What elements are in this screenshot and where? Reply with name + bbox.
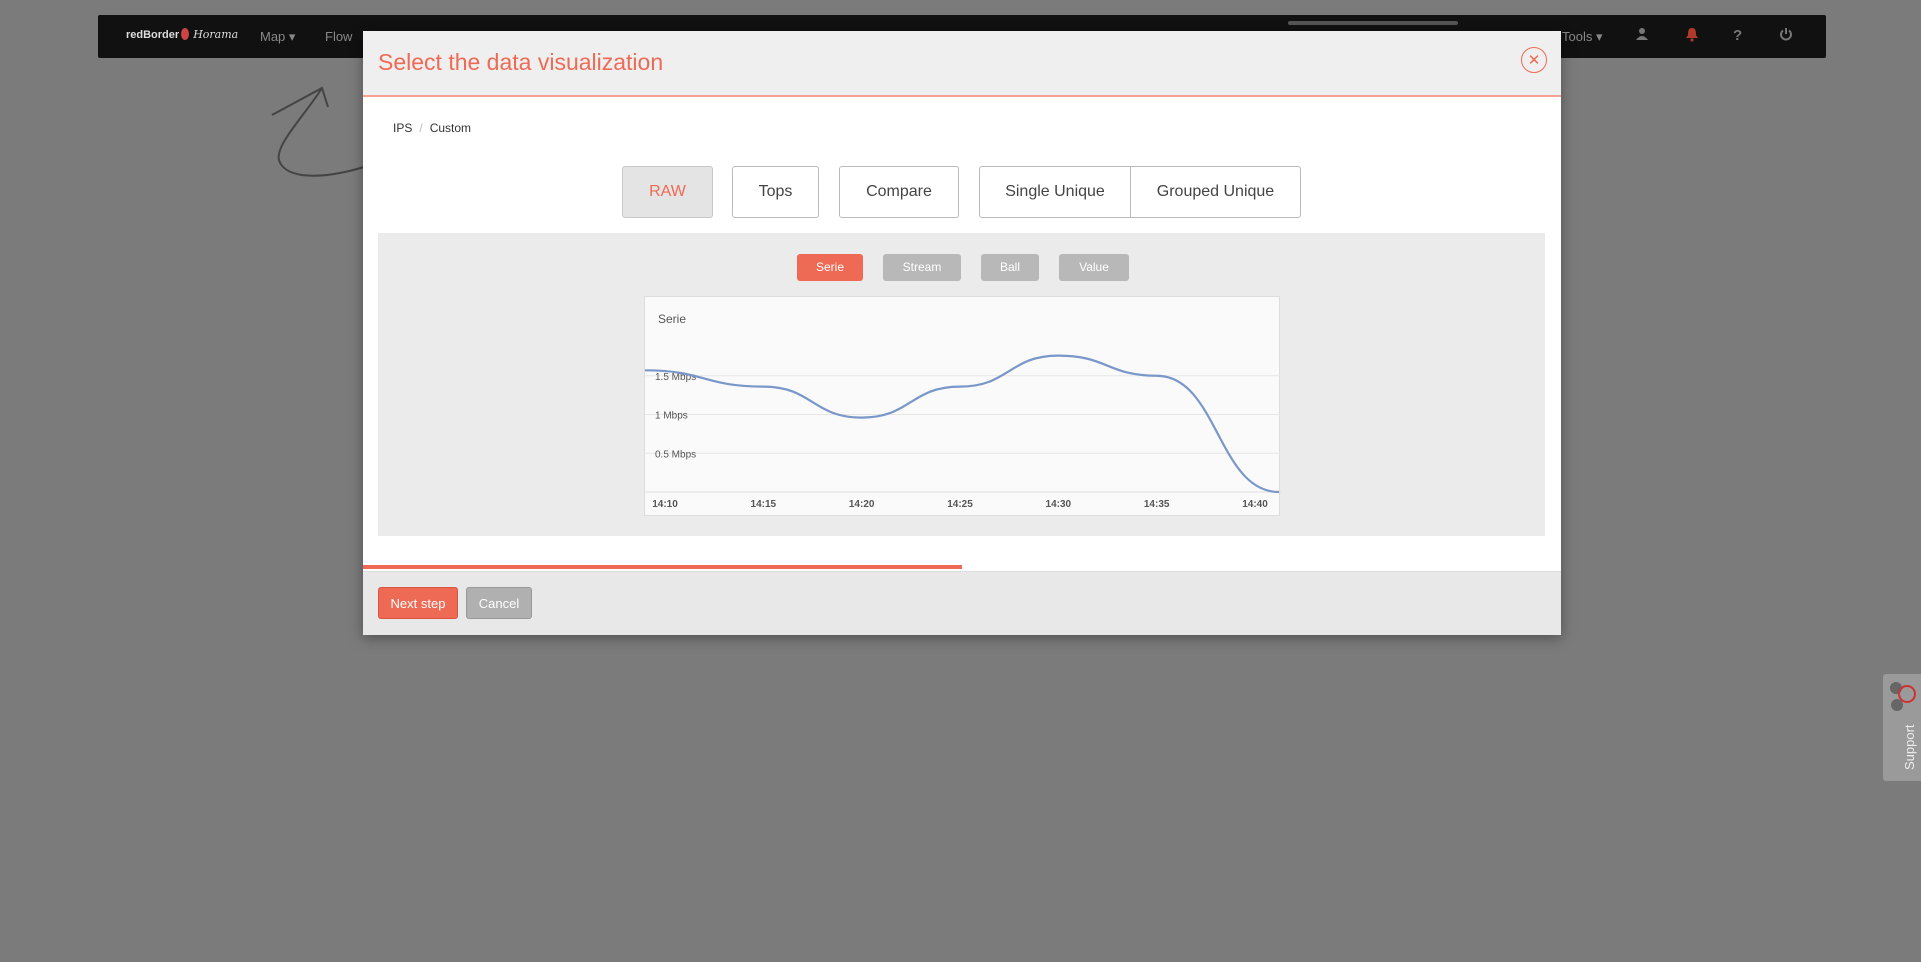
brand-name: redBorder <box>126 29 180 41</box>
y-tick-label: 1.5 Mbps <box>655 372 696 383</box>
type-compare-button[interactable]: Compare <box>839 166 959 218</box>
chart-preview: Serie 0.5 Mbps 1 Mbps 1.5 Mbps 14:10 14:15 14… <box>644 296 1281 516</box>
nav-item-map[interactable]: Map ▾ <box>260 29 295 45</box>
next-step-button[interactable]: Next step <box>378 587 458 619</box>
caret-down-icon: ▾ <box>288 29 296 44</box>
x-tick-label: 14:20 <box>849 499 875 510</box>
cancel-button[interactable]: Cancel <box>466 587 532 619</box>
x-tick-label: 14:15 <box>751 499 777 510</box>
annotation-arrow-sketch <box>271 86 371 177</box>
x-tick-label: 14:25 <box>947 499 973 510</box>
x-tick-label: 14:30 <box>1046 499 1072 510</box>
visualization-type-tops-wrap: Tops <box>732 166 819 218</box>
visualization-type-compare-wrap: Compare <box>839 166 959 218</box>
type-raw-button[interactable]: RAW <box>622 166 713 218</box>
x-tick-label: 14:35 <box>1144 499 1170 510</box>
brand-logo[interactable]: redBorder Horama <box>126 28 238 41</box>
type-grouped-unique-button[interactable]: Grouped Unique <box>1131 166 1301 218</box>
progress-bar <box>363 565 962 569</box>
nav-search-bar[interactable] <box>1288 21 1458 25</box>
modal-footer: Next step Cancel <box>363 571 1561 635</box>
bell-icon[interactable] <box>1685 27 1699 46</box>
caret-down-icon: ▾ <box>1595 29 1603 44</box>
subtype-value-button[interactable]: Value <box>1059 254 1129 281</box>
visualization-type-group: RAW <box>622 166 713 218</box>
close-icon: ✕ <box>1527 52 1541 69</box>
line-chart: 0.5 Mbps 1 Mbps 1.5 Mbps 14:10 14:15 14:20 14:… <box>645 354 1281 510</box>
modal-header: Select the data visualization ✕ <box>363 31 1561 97</box>
help-icon[interactable]: ? <box>1733 27 1742 44</box>
x-tick-label: 14:10 <box>652 499 678 510</box>
breadcrumb-item-ips[interactable]: IPS <box>393 121 412 135</box>
unique-type-group: Single Unique Grouped Unique <box>979 166 1301 218</box>
user-icon[interactable] <box>1635 27 1649 45</box>
nav-item-tools-label: Tools <box>1562 29 1593 44</box>
preview-area: Serie Stream Ball Value Serie 0.5 Mbps 1 … <box>378 233 1545 536</box>
y-tick-label: 0.5 Mbps <box>655 449 696 460</box>
type-single-unique-button[interactable]: Single Unique <box>979 166 1131 218</box>
breadcrumb-item-custom: Custom <box>429 121 472 135</box>
visualization-modal: Select the data visualization ✕ IPS / Cust… <box>363 31 1561 635</box>
support-icon <box>1890 682 1916 711</box>
subtype-serie-button[interactable]: Serie <box>797 254 863 281</box>
support-tab[interactable]: Support <box>1883 674 1921 781</box>
type-tops-button[interactable]: Tops <box>732 166 819 218</box>
power-icon[interactable] <box>1779 27 1793 45</box>
logo-icon <box>181 28 190 40</box>
y-tick-label: 1 Mbps <box>655 411 688 422</box>
breadcrumb: IPS / Custom <box>393 121 472 135</box>
subtype-ball-button[interactable]: Ball <box>981 254 1039 281</box>
nav-item-flow[interactable]: Flow <box>325 29 352 44</box>
modal-title: Select the data visualization <box>378 49 664 75</box>
x-tick-label: 14:40 <box>1242 499 1268 510</box>
nav-item-map-label: Map <box>260 29 286 44</box>
brand-product: Horama <box>193 28 239 41</box>
subtype-stream-button[interactable]: Stream <box>883 254 961 281</box>
nav-item-tools[interactable]: Tools ▾ <box>1562 29 1603 45</box>
close-button[interactable]: ✕ <box>1521 47 1547 73</box>
support-label: Support <box>1902 724 1917 770</box>
